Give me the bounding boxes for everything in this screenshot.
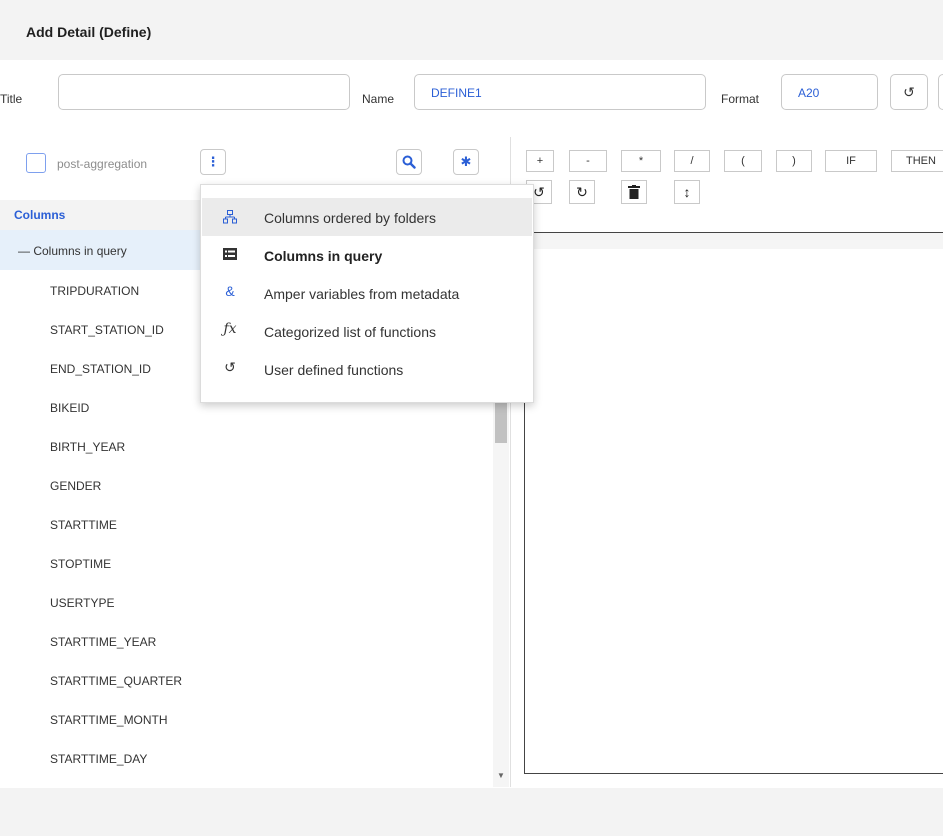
editor-top-bar: [525, 233, 943, 249]
list-item[interactable]: STARTTIME_YEAR: [50, 635, 156, 649]
list-item[interactable]: USERTYPE: [50, 596, 114, 610]
list-item[interactable]: STARTTIME_DAY: [50, 752, 147, 766]
menu-item-columns-by-folders[interactable]: Columns ordered by folders: [202, 198, 532, 236]
reset-icon: ↺: [903, 84, 915, 100]
more-options-button[interactable]: ⋮: [200, 149, 226, 175]
redo-icon: ↻: [576, 184, 588, 200]
redo-button[interactable]: ↻: [569, 180, 595, 204]
list-item[interactable]: STARTTIME_MONTH: [50, 713, 168, 727]
name-label: Name: [362, 92, 395, 106]
delete-button[interactable]: [621, 180, 647, 204]
dialog-footer: [0, 788, 943, 836]
resize-icon: ↕: [683, 184, 691, 200]
list-item[interactable]: STOPTIME: [50, 557, 111, 571]
operator-divide-button[interactable]: /: [674, 150, 710, 172]
post-aggregation-checkbox[interactable]: [26, 153, 46, 173]
menu-item-label: User defined functions: [264, 362, 404, 378]
columns-header: Columns: [0, 200, 200, 230]
ampersand-icon: &: [225, 283, 235, 299]
menu-item-amper-variables[interactable]: & Amper variables from metadata: [202, 274, 532, 312]
title-field[interactable]: [58, 74, 350, 110]
search-button[interactable]: [396, 149, 422, 175]
list-item[interactable]: START_STATION_ID: [50, 323, 164, 337]
user-function-icon: ↺: [224, 359, 236, 375]
post-aggregation-label: post-aggregation: [57, 157, 148, 171]
tree-group-label: — Columns in query: [18, 244, 127, 258]
expression-editor[interactable]: [524, 232, 943, 774]
function-icon: ƒx: [223, 321, 237, 337]
list-item[interactable]: END_STATION_ID: [50, 362, 151, 376]
list-item[interactable]: BIRTH_YEAR: [50, 440, 125, 454]
operator-then-button[interactable]: THEN: [891, 150, 943, 172]
operator-close-paren-button[interactable]: ): [776, 150, 812, 172]
trash-icon: [628, 185, 640, 199]
gear-icon: ✱: [460, 154, 472, 169]
operator-plus-button[interactable]: +: [526, 150, 554, 172]
tree-scrollbar[interactable]: [493, 395, 509, 787]
operator-multiply-button[interactable]: *: [621, 150, 661, 172]
operator-open-paren-button[interactable]: (: [724, 150, 762, 172]
dialog-header: Add Detail (Define): [0, 0, 943, 60]
menu-item-user-defined-functions[interactable]: ↺ User defined functions: [202, 350, 532, 388]
menu-item-label: Columns in query: [264, 248, 383, 264]
menu-item-label: Categorized list of functions: [264, 324, 436, 340]
reset-format-button[interactable]: ↺: [890, 74, 928, 110]
folder-tree-icon: [220, 207, 240, 227]
settings-button[interactable]: ✱: [453, 149, 479, 175]
list-item[interactable]: TRIPDURATION: [50, 284, 139, 298]
list-item[interactable]: GENDER: [50, 479, 101, 493]
scroll-down-arrow-icon[interactable]: ▼: [497, 771, 505, 780]
search-icon: [402, 155, 416, 169]
list-icon: [220, 245, 240, 263]
title-label: Title: [0, 92, 23, 106]
kebab-icon: ⋮: [206, 154, 220, 169]
format-field[interactable]: A20: [781, 74, 878, 110]
format-picker-button[interactable]: [938, 74, 943, 110]
column-source-menu: Columns ordered by folders Columns in qu…: [200, 184, 534, 403]
menu-item-columns-in-query[interactable]: Columns in query: [202, 236, 532, 274]
format-label: Format: [721, 92, 760, 106]
menu-item-label: Amper variables from metadata: [264, 286, 460, 302]
list-item[interactable]: STARTTIME_QUARTER: [50, 674, 182, 688]
resize-button[interactable]: ↕: [674, 180, 700, 204]
list-item[interactable]: STARTTIME: [50, 518, 117, 532]
name-field[interactable]: DEFINE1: [414, 74, 706, 110]
columns-header-label: Columns: [14, 208, 66, 222]
operator-minus-button[interactable]: -: [569, 150, 607, 172]
menu-item-label: Columns ordered by folders: [264, 210, 436, 226]
menu-item-categorized-functions[interactable]: ƒx Categorized list of functions: [202, 312, 532, 350]
list-item[interactable]: BIKEID: [50, 401, 89, 415]
undo-icon: ↺: [533, 184, 545, 200]
operator-if-button[interactable]: IF: [825, 150, 877, 172]
dialog-title: Add Detail (Define): [26, 24, 152, 40]
tree-group-columns-in-query[interactable]: — Columns in query: [0, 230, 200, 270]
